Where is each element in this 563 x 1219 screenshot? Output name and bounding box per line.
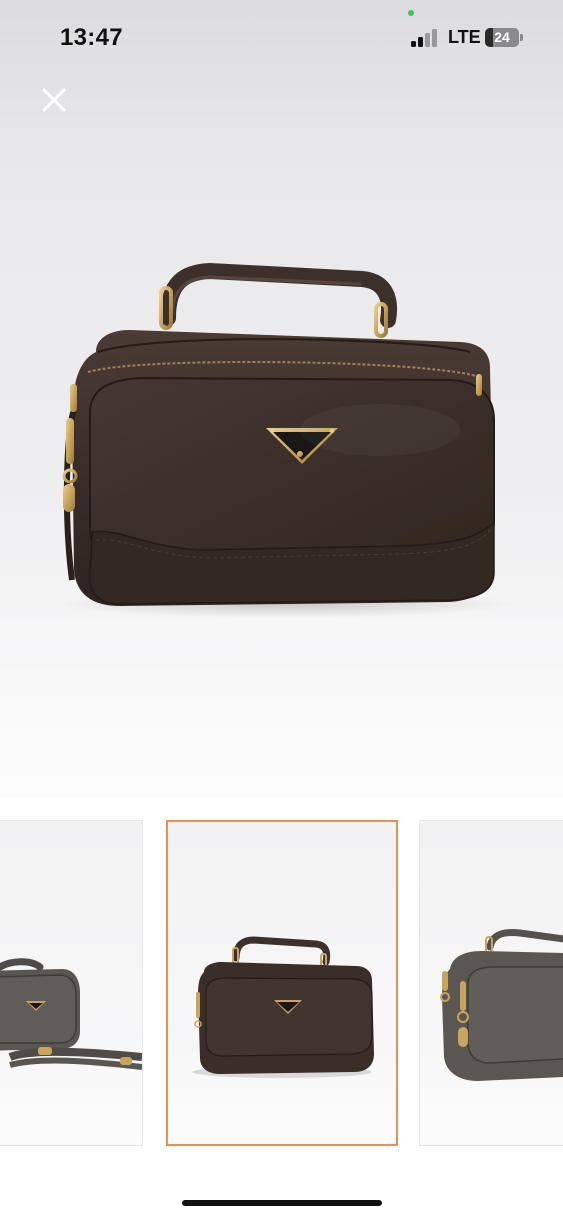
battery-icon: 24: [485, 28, 523, 47]
main-product-image[interactable]: [0, 0, 563, 798]
product-photo-viewer[interactable]: 13:47 LTE 24: [0, 0, 563, 798]
thumbnail-2-selected[interactable]: [166, 820, 398, 1146]
close-icon: [42, 88, 66, 112]
privacy-indicator-dot: [408, 10, 414, 16]
thumbnail-1[interactable]: [0, 820, 143, 1146]
thumbnail-2-image: [192, 936, 374, 1078]
cellular-signal-icon: [411, 29, 439, 47]
status-time: 13:47: [60, 24, 123, 51]
battery-percent: 24: [494, 29, 510, 45]
network-type: LTE: [448, 27, 481, 47]
close-button[interactable]: [38, 84, 70, 116]
thumbnail-3-image: [440, 929, 563, 1081]
battery-level: [485, 28, 494, 47]
thumbnail-1-image: [0, 958, 142, 1070]
home-indicator[interactable]: [182, 1200, 382, 1206]
status-bar: 13:47 LTE 24: [0, 0, 563, 76]
thumbnail-strip[interactable]: [0, 812, 563, 1157]
thumbnail-3[interactable]: [419, 820, 563, 1146]
